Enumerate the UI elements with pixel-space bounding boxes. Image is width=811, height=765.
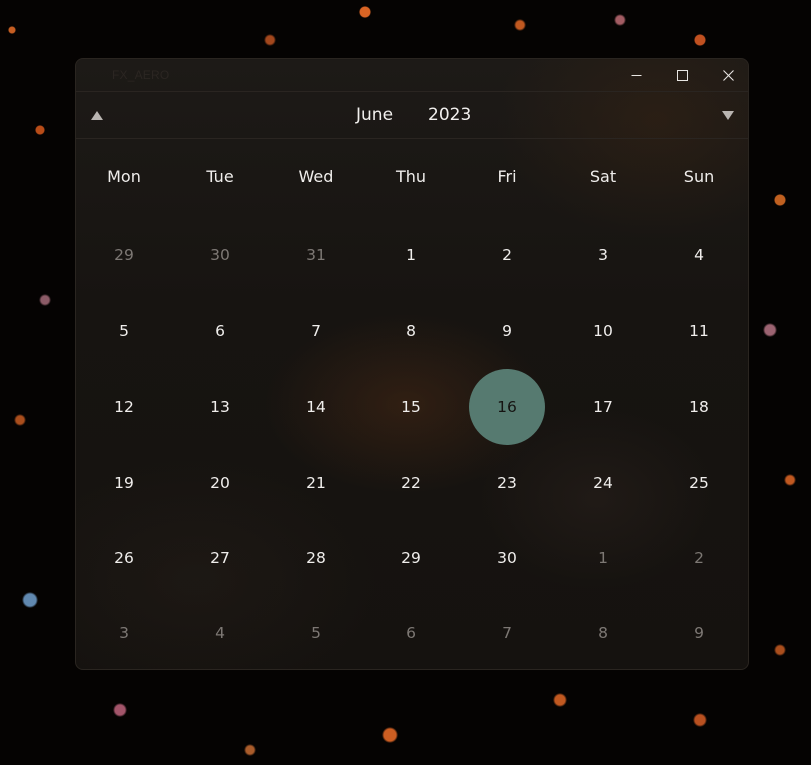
day-number: 5 — [119, 322, 129, 340]
day-number: 24 — [593, 474, 613, 492]
day-cell[interactable]: 30 — [467, 520, 547, 596]
day-cell[interactable]: 23 — [467, 445, 547, 521]
day-number: 1 — [598, 549, 608, 567]
day-number: 2 — [694, 549, 704, 567]
day-cell[interactable]: 21 — [276, 445, 356, 521]
day-number: 21 — [306, 474, 326, 492]
day-number: 29 — [114, 246, 134, 264]
day-cell[interactable]: 28 — [276, 520, 356, 596]
day-cell[interactable]: 9 — [467, 293, 547, 369]
day-number: 9 — [694, 624, 704, 642]
day-number: 11 — [689, 322, 709, 340]
other-month-day-cell[interactable]: 4 — [180, 595, 260, 669]
day-number: 1 — [406, 246, 416, 264]
day-number: 23 — [497, 474, 517, 492]
day-number: 4 — [215, 624, 225, 642]
day-cell[interactable]: 26 — [84, 520, 164, 596]
day-number: 6 — [406, 624, 416, 642]
day-number: 19 — [114, 474, 134, 492]
day-number: 30 — [210, 246, 230, 264]
other-month-day-cell[interactable]: 8 — [563, 595, 643, 669]
day-number: 13 — [210, 398, 230, 416]
day-grid: 29 30 31 1 2 3 4 5 6 7 8 9 10 11 12 13 14 15 16 17 18 19 20 21 2… — [76, 59, 748, 669]
day-cell[interactable]: 15 — [371, 369, 451, 445]
day-cell[interactable]: 2 — [467, 217, 547, 293]
day-number: 12 — [114, 398, 134, 416]
day-number: 7 — [502, 624, 512, 642]
day-number: 10 — [593, 322, 613, 340]
day-number: 3 — [598, 246, 608, 264]
other-month-day-cell[interactable]: 1 — [563, 520, 643, 596]
day-cell[interactable]: 27 — [180, 520, 260, 596]
day-cell[interactable]: 8 — [371, 293, 451, 369]
day-number: 18 — [689, 398, 709, 416]
day-number: 31 — [306, 246, 326, 264]
day-number: 27 — [210, 549, 230, 567]
other-month-day-cell[interactable]: 7 — [467, 595, 547, 669]
other-month-day-cell[interactable]: 9 — [659, 595, 739, 669]
day-cell[interactable]: 20 — [180, 445, 260, 521]
other-month-day-cell[interactable]: 29 — [84, 217, 164, 293]
day-cell[interactable]: 29 — [371, 520, 451, 596]
day-cell[interactable]: 7 — [276, 293, 356, 369]
day-number: 8 — [406, 322, 416, 340]
day-cell[interactable]: 18 — [659, 369, 739, 445]
day-number: 4 — [694, 246, 704, 264]
day-cell[interactable]: 17 — [563, 369, 643, 445]
day-cell[interactable]: 25 — [659, 445, 739, 521]
day-cell[interactable]: 24 — [563, 445, 643, 521]
day-number: 16 — [497, 398, 517, 416]
day-number: 29 — [401, 549, 421, 567]
day-number: 9 — [502, 322, 512, 340]
day-cell[interactable]: 13 — [180, 369, 260, 445]
day-cell[interactable]: 3 — [563, 217, 643, 293]
other-month-day-cell[interactable]: 30 — [180, 217, 260, 293]
day-number: 26 — [114, 549, 134, 567]
other-month-day-cell[interactable]: 3 — [84, 595, 164, 669]
other-month-day-cell[interactable]: 5 — [276, 595, 356, 669]
day-cell[interactable]: 22 — [371, 445, 451, 521]
day-cell[interactable]: 14 — [276, 369, 356, 445]
other-month-day-cell[interactable]: 6 — [371, 595, 451, 669]
day-number: 20 — [210, 474, 230, 492]
day-number: 17 — [593, 398, 613, 416]
day-number: 28 — [306, 549, 326, 567]
day-number: 5 — [311, 624, 321, 642]
day-cell[interactable]: 1 — [371, 217, 451, 293]
day-cell[interactable]: 10 — [563, 293, 643, 369]
day-number: 30 — [497, 549, 517, 567]
day-cell[interactable]: 19 — [84, 445, 164, 521]
day-cell[interactable]: 11 — [659, 293, 739, 369]
day-number: 2 — [502, 246, 512, 264]
day-number: 22 — [401, 474, 421, 492]
day-number: 6 — [215, 322, 225, 340]
calendar-window: FX_AERO June 2023 Mon Tue Wed Thu Fri Sa… — [75, 58, 749, 670]
day-number: 8 — [598, 624, 608, 642]
day-cell[interactable]: 6 — [180, 293, 260, 369]
day-number: 15 — [401, 398, 421, 416]
other-month-day-cell[interactable]: 31 — [276, 217, 356, 293]
day-number: 14 — [306, 398, 326, 416]
other-month-day-cell[interactable]: 2 — [659, 520, 739, 596]
day-number: 7 — [311, 322, 321, 340]
selected-day-cell[interactable]: 16 — [467, 369, 547, 445]
day-cell[interactable]: 12 — [84, 369, 164, 445]
day-cell[interactable]: 4 — [659, 217, 739, 293]
day-cell[interactable]: 5 — [84, 293, 164, 369]
day-number: 25 — [689, 474, 709, 492]
day-number: 3 — [119, 624, 129, 642]
